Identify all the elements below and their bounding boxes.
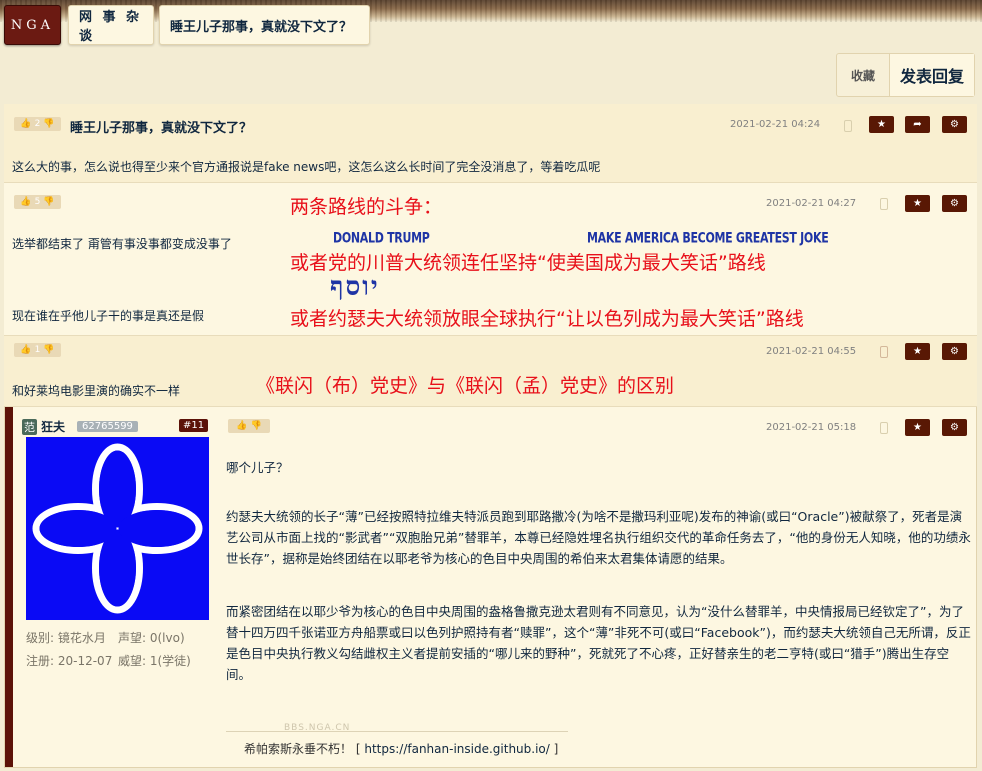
annotation-blue: DONALD TRUMP [333, 230, 430, 247]
gear-icon[interactable]: ⚙ [942, 419, 967, 436]
vote-count: 2 [34, 119, 41, 129]
vote-widget[interactable]: 👍 1 👎 [14, 343, 61, 357]
vote-count: 1 [34, 345, 41, 355]
user-id[interactable]: 62765599 [77, 421, 138, 432]
annotation-blue: יוסף [330, 272, 380, 302]
mobile-icon [844, 120, 852, 132]
avatar[interactable] [26, 437, 209, 620]
signature: 希帕索斯永垂不朽！ [ https://fanhan-inside.github… [244, 740, 558, 757]
gear-icon[interactable]: ⚙ [942, 195, 967, 212]
post-paragraph: 约瑟夫大统领的长子“薄”已经按照特拉维夫特派员跑到耶路撒冷(为啥不是撒玛利亚呢)… [226, 509, 971, 566]
vote-widget[interactable]: 👍 2 👎 [14, 117, 61, 131]
post-body: 这么大的事，怎么说也得至少来个官方通报说是fake news吧，这怎么这么长时间… [12, 160, 601, 174]
thread-actions: 收藏 发表回复 [836, 53, 975, 97]
vote-widget[interactable]: 👍 👎 [228, 419, 270, 433]
thumbs-up-icon[interactable]: 👍 [236, 421, 247, 431]
annotation-blue: MAKE AMERICA BECOME GREATEST JOKE [587, 230, 829, 247]
favorite-button[interactable]: 收藏 [837, 67, 889, 84]
signature-text: 希帕索斯永垂不朽！ [244, 742, 353, 756]
post-time: 2021-02-21 04:55 [766, 346, 857, 357]
star-icon[interactable]: ★ [905, 343, 930, 360]
post-body-line: 现在谁在乎他儿子干的事是真还是假 [12, 309, 205, 323]
breadcrumb-thread[interactable]: 睡王儿子那事，真就没下文了？ [159, 5, 370, 45]
mobile-icon [880, 422, 888, 434]
share-icon[interactable]: ➦ [905, 116, 930, 133]
signature-divider [226, 731, 568, 732]
user-badge: 范 [22, 418, 37, 435]
vote-count: 5 [34, 197, 41, 207]
thumbs-down-icon[interactable]: 👎 [43, 345, 54, 355]
post-paragraph: 哪个儿子？ [226, 460, 289, 475]
annotation-red: 《联闪（布）党史》与《联闪（孟）党史》的区别 [256, 375, 675, 397]
annotation-red: 或者党的川普大统领连任坚持“使美国成为最大笑话”路线 [290, 252, 766, 274]
mobile-icon [880, 198, 888, 210]
nga-logo[interactable]: NGA [4, 5, 61, 45]
user-header: 范 狂夫 62765599 [22, 418, 138, 435]
annotation-red: 或者约瑟夫大统领放眼全球执行“让以色列成为最大笑话”路线 [290, 308, 804, 330]
user-registered: 注册: 20-12-07 [26, 654, 113, 668]
user-prestige: 声望: 0(lvo) [118, 631, 185, 645]
signature-link[interactable]: https://fanhan-inside.github.io/ [364, 742, 549, 756]
post-body-line: 选举都结束了 甭管有事没事都变成没事了 [12, 237, 232, 251]
star-icon[interactable]: ★ [905, 419, 930, 436]
star-icon[interactable]: ★ [905, 195, 930, 212]
post-paragraph: 而紧密团结在以耶少爷为核心的色目中央周围的盎格鲁撒克逊太君则有不同意见，认为“没… [226, 604, 971, 682]
username[interactable]: 狂夫 [41, 418, 65, 435]
floor-number[interactable]: #11 [179, 419, 209, 432]
post-time: 2021-02-21 04:24 [730, 119, 821, 130]
post-time: 2021-02-21 04:27 [766, 198, 857, 209]
thumbs-up-icon[interactable]: 👍 [20, 345, 31, 355]
star-icon[interactable]: ★ [869, 116, 894, 133]
post-body: 和好莱坞电影里演的确实不一样 [12, 384, 181, 398]
reply-button[interactable]: 发表回复 [889, 54, 974, 96]
gear-icon[interactable]: ⚙ [942, 343, 967, 360]
android-icon [880, 346, 888, 358]
gear-icon[interactable]: ⚙ [942, 116, 967, 133]
user-reputation: 威望: 1(学徒) [118, 654, 191, 668]
thumbs-down-icon[interactable]: 👎 [43, 197, 54, 207]
bracket-close: ] [553, 742, 559, 756]
thumbs-down-icon[interactable]: 👎 [43, 119, 54, 129]
thumbs-down-icon[interactable]: 👎 [251, 421, 262, 431]
thumbs-up-icon[interactable]: 👍 [20, 119, 31, 129]
breadcrumb-forum[interactable]: 网 事 杂 谈 [68, 5, 154, 45]
vote-widget[interactable]: 👍 5 👎 [14, 195, 61, 209]
post-time: 2021-02-21 05:18 [766, 422, 857, 433]
post-sidebar-bar [5, 407, 13, 767]
annotation-red: 两条路线的斗争： [290, 196, 443, 218]
quatrefoil-icon [32, 443, 203, 614]
bracket-open: [ [355, 742, 361, 756]
post-title: 睡王儿子那事，真就没下文了？ [70, 121, 253, 136]
thumbs-up-icon[interactable]: 👍 [20, 197, 31, 207]
user-level: 级别: 镜花水月 [26, 631, 106, 645]
